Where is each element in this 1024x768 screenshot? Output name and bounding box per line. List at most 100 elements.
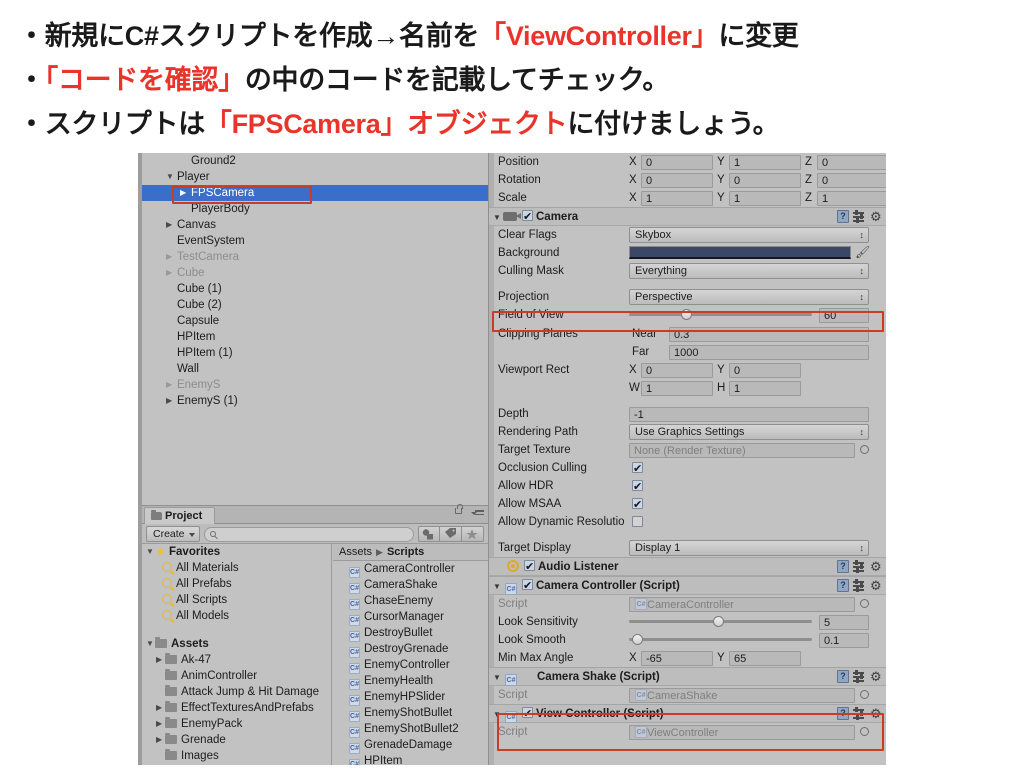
allow-hdr-checkbox[interactable] <box>632 478 643 496</box>
background-color-swatch[interactable] <box>629 246 851 259</box>
foldout-open-icon[interactable]: ▼ <box>493 577 503 596</box>
transform-scale-z-field[interactable]: 1 <box>817 190 886 206</box>
gear-icon[interactable]: ⚙ <box>870 670 882 683</box>
occlusion-culling-checkbox[interactable] <box>632 460 643 478</box>
preset-icon[interactable] <box>853 579 866 592</box>
hierarchy-item-capsule[interactable]: ▶Capsule <box>142 313 488 329</box>
script-file-item[interactable]: C# DestroyBullet <box>333 625 488 642</box>
help-icon[interactable]: ? <box>837 707 849 720</box>
camera-controller-header[interactable]: ▼C# Camera Controller (Script) ? ⚙ <box>489 576 886 596</box>
viewport-h-field[interactable]: 1 <box>729 380 801 396</box>
gear-icon[interactable]: ⚙ <box>870 707 882 720</box>
hierarchy-item-ground2[interactable]: ▶Ground2 <box>142 153 488 169</box>
filter-by-label-button[interactable] <box>440 526 462 542</box>
panel-menu-icon[interactable] <box>471 510 484 519</box>
project-favorite-item[interactable]: All Prefabs <box>142 576 331 592</box>
breadcrumb-root[interactable]: Assets <box>339 546 372 558</box>
hierarchy-item-testcamera[interactable]: ▶ TestCamera <box>142 249 488 265</box>
foldout-open-icon[interactable]: ▼ <box>493 705 503 724</box>
foldout-closed-icon[interactable]: ▶ <box>166 377 175 393</box>
rendering-path-dropdown[interactable]: Use Graphics Settings <box>629 424 869 440</box>
hierarchy-item-enemys[interactable]: ▶ EnemyS <box>142 377 488 393</box>
foldout-open-icon[interactable]: ▼ <box>493 668 503 687</box>
object-picker-icon[interactable] <box>860 599 869 608</box>
projection-dropdown[interactable]: Perspective <box>629 289 869 305</box>
object-picker-icon[interactable] <box>860 445 869 454</box>
script-file-item[interactable]: C# EnemyShotBullet <box>333 705 488 722</box>
script-file-item[interactable]: C# CameraShake <box>333 577 488 594</box>
hierarchy-item-hpitem[interactable]: ▶HPItem <box>142 329 488 345</box>
project-favorite-item[interactable]: All Materials <box>142 560 331 576</box>
script-file-item[interactable]: C# CameraController <box>333 561 488 578</box>
fov-value-field[interactable]: 60 <box>819 307 869 323</box>
hierarchy-item-eventsystem[interactable]: ▶EventSystem <box>142 233 488 249</box>
tab-project[interactable]: Project <box>144 507 216 524</box>
min-angle-field[interactable]: -65 <box>641 650 713 666</box>
script-file-item[interactable]: C# CursorManager <box>333 609 488 626</box>
lock-icon[interactable] <box>455 504 463 514</box>
project-asset-folder[interactable]: ▶ Grenade <box>142 732 331 748</box>
create-button[interactable]: Create <box>146 526 200 542</box>
view-controller-script-field[interactable]: ViewController <box>629 724 855 740</box>
eyedropper-icon[interactable]: 🖌 <box>855 246 870 259</box>
project-tree-pane[interactable]: ▼★ Favorites All Materials All Prefabs All S… <box>142 544 332 765</box>
camera-shake-header[interactable]: ▼ C# Camera Shake (Script) ? ⚙ <box>489 667 886 686</box>
foldout-closed-icon[interactable]: ▶ <box>166 265 175 281</box>
culling-mask-dropdown[interactable]: Everything <box>629 263 869 279</box>
look-smooth-slider-knob[interactable] <box>632 634 644 645</box>
filter-favorites-button[interactable] <box>462 526 484 542</box>
hierarchy-item-cube-2[interactable]: ▶Cube (2) <box>142 297 488 313</box>
hierarchy-item-playerbody[interactable]: ▶PlayerBody <box>142 201 488 217</box>
camera-controller-script-field[interactable]: CameraController <box>629 596 855 612</box>
look-sensitivity-value-field[interactable]: 5 <box>819 614 869 630</box>
foldout-open-icon[interactable]: ▼ <box>146 636 155 652</box>
fov-slider-knob[interactable] <box>680 309 692 320</box>
transform-position-x-field[interactable]: 0 <box>641 154 713 170</box>
clear-flags-dropdown[interactable]: Skybox <box>629 227 869 243</box>
object-picker-icon[interactable] <box>860 690 869 699</box>
project-tree-favorites[interactable]: ▼★ Favorites <box>142 544 331 560</box>
foldout-open-icon[interactable]: ▼ <box>146 544 155 560</box>
script-file-item[interactable]: C# GrenadeDamage <box>333 737 488 754</box>
far-field[interactable]: 1000 <box>669 344 869 360</box>
help-icon[interactable]: ? <box>837 210 849 223</box>
project-tree-assets[interactable]: ▼ Assets <box>142 636 331 652</box>
gear-icon[interactable]: ⚙ <box>870 560 882 573</box>
hierarchy-item-canvas[interactable]: ▶ Canvas <box>142 217 488 233</box>
foldout-closed-icon[interactable]: ▶ <box>156 732 165 748</box>
viewport-w-field[interactable]: 1 <box>641 380 713 396</box>
preset-icon[interactable] <box>853 707 866 720</box>
foldout-open-icon[interactable]: ▼ <box>493 208 503 227</box>
preset-icon[interactable] <box>853 670 866 683</box>
project-asset-folder[interactable]: ▶ AnimController <box>142 668 331 684</box>
script-file-item[interactable]: C# EnemyShotBullet2 <box>333 721 488 738</box>
foldout-closed-icon[interactable]: ▶ <box>156 700 165 716</box>
project-contents-pane[interactable]: Assets ▶ Scripts C# CameraController C# Camer… <box>333 544 488 765</box>
object-picker-icon[interactable] <box>860 727 869 736</box>
preset-icon[interactable] <box>853 210 866 223</box>
script-file-item[interactable]: C# EnemyController <box>333 657 488 674</box>
foldout-closed-icon[interactable]: ▶ <box>156 716 165 732</box>
transform-rotation-z-field[interactable]: 0 <box>817 172 886 188</box>
gear-icon[interactable]: ⚙ <box>870 210 882 223</box>
camera-shake-script-field[interactable]: CameraShake <box>629 687 855 703</box>
project-panel[interactable]: Project Create ▼★ Favorites All Material… <box>142 504 488 765</box>
script-file-item[interactable]: C# EnemyHealth <box>333 673 488 690</box>
foldout-closed-icon[interactable]: ▶ <box>166 217 175 233</box>
camera-enabled-checkbox[interactable] <box>522 208 533 227</box>
script-file-item[interactable]: C# HPItem <box>333 753 488 765</box>
allow-dynamic-resolution-checkbox[interactable] <box>632 516 643 527</box>
view-controller-enabled-checkbox[interactable] <box>522 705 533 724</box>
hierarchy-item-hpitem-1[interactable]: ▶HPItem (1) <box>142 345 488 361</box>
project-asset-folder[interactable]: ▶ Ak-47 <box>142 652 331 668</box>
viewport-y-field[interactable]: 0 <box>729 362 801 378</box>
fov-slider-track[interactable] <box>629 313 812 316</box>
camera-controller-enabled-checkbox[interactable] <box>522 577 533 596</box>
hierarchy-item-enemys-1[interactable]: ▶ EnemyS (1) <box>142 393 488 409</box>
script-file-item[interactable]: C# EnemyHPSlider <box>333 689 488 706</box>
script-file-item[interactable]: C# ChaseEnemy <box>333 593 488 610</box>
script-file-item[interactable]: C# DestroyGrenade <box>333 641 488 658</box>
filter-by-type-button[interactable] <box>418 526 440 542</box>
inspector-panel[interactable]: Position X 0 Y 1 Z 0 Rotation X 0 Y 0 Z 0 Scale X 1 Y 1 Z 1 … <box>488 153 886 765</box>
view-controller-header[interactable]: ▼C# View Controller (Script) ? ⚙ <box>489 704 886 724</box>
